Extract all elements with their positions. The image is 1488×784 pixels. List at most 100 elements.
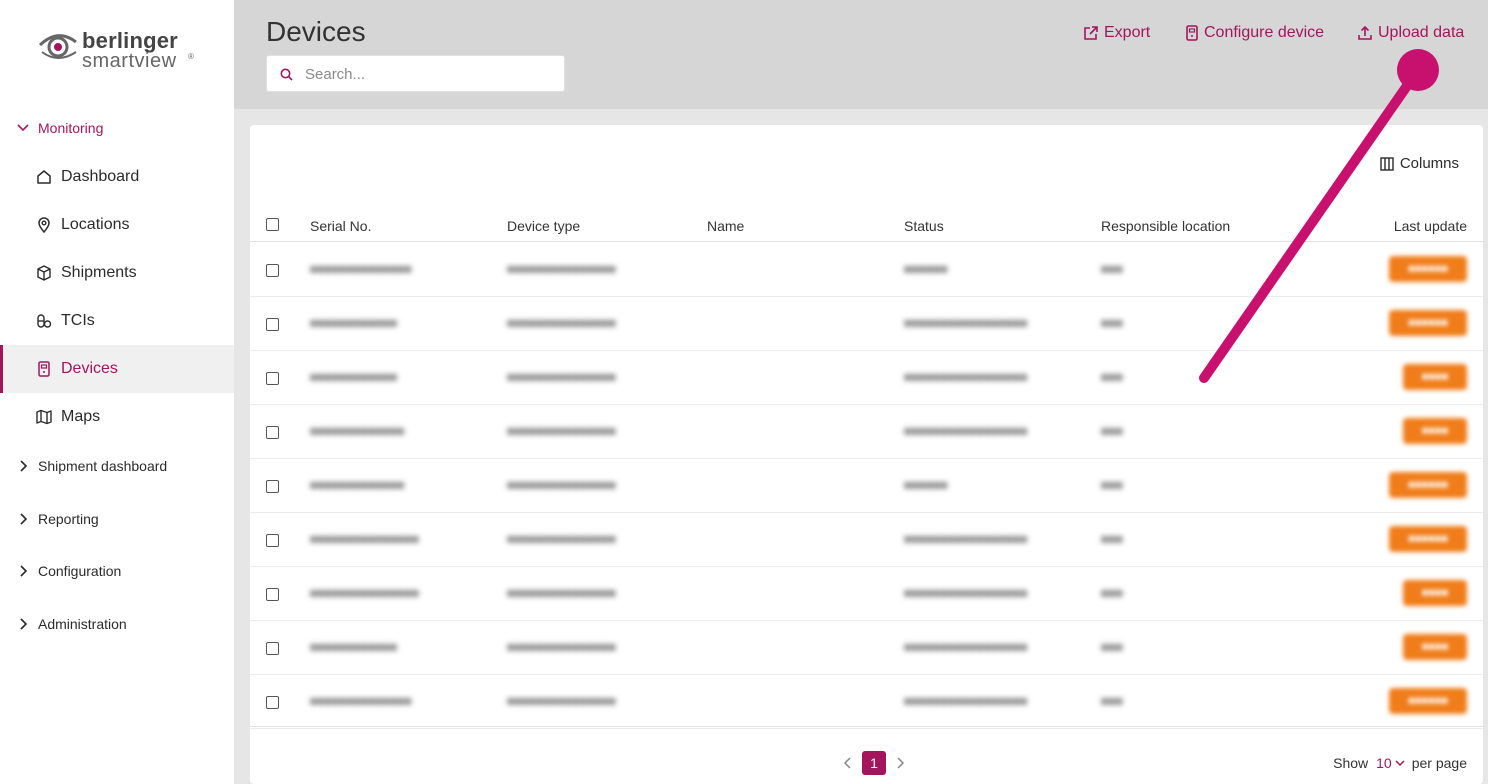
location-cell: ■■■ (1101, 532, 1123, 546)
sidebar-item-label: Locations (61, 216, 130, 233)
column-header[interactable]: Name (707, 218, 744, 234)
status-cell: ■■■■■■■■■■■■■■■■■ (904, 316, 1028, 330)
sidebar-group-shipment-dashboard[interactable]: Shipment dashboard (0, 451, 234, 481)
table-row[interactable]: ■■■■■■■■■■■■■■■ ■■■■■■■■■■■■■■■ ■■■■■■■■… (250, 567, 1483, 621)
sidebar-item-label: TCIs (61, 312, 95, 329)
status-cell: ■■■■■■■■■■■■■■■■■ (904, 532, 1028, 546)
pagination: 1 (840, 751, 908, 775)
sidebar-group-administration[interactable]: Administration (0, 609, 234, 639)
table-row[interactable]: ■■■■■■■■■■■■■■■ ■■■■■■■■■■■■■■■ ■■■■■■■■… (250, 513, 1483, 567)
export-button[interactable]: Export (1083, 22, 1150, 44)
serial-cell: ■■■■■■■■■■■■ (310, 370, 397, 384)
sidebar-group-label: Configuration (38, 563, 122, 579)
device-type-cell: ■■■■■■■■■■■■■■■ (507, 532, 616, 546)
row-checkbox[interactable] (266, 480, 279, 493)
row-checkbox[interactable] (266, 318, 279, 331)
page-header: Devices Export Configure device Upload d… (234, 0, 1488, 109)
sidebar-item-tcis[interactable]: TCIs (0, 297, 234, 345)
chevron-right-icon (20, 513, 28, 525)
serial-cell: ■■■■■■■■■■■■ (310, 316, 397, 330)
serial-cell: ■■■■■■■■■■■■■■ (310, 262, 412, 276)
device-type-cell: ■■■■■■■■■■■■■■■ (507, 586, 616, 600)
last-update-badge: ■■■■■■ (1389, 688, 1467, 714)
sidebar-group-label: Reporting (38, 511, 99, 527)
status-cell: ■■■■■■■■■■■■■■■■■ (904, 694, 1028, 708)
upload-icon (1358, 25, 1372, 40)
search-input[interactable] (305, 64, 555, 84)
package-icon (37, 265, 51, 281)
row-checkbox[interactable] (266, 534, 279, 547)
table-row[interactable]: ■■■■■■■■■■■■■ ■■■■■■■■■■■■■■■ ■■■■■■■■■■… (250, 405, 1483, 459)
row-checkbox[interactable] (266, 642, 279, 655)
sidebar-group-configuration[interactable]: Configuration (0, 556, 234, 586)
status-cell: ■■■■■■■■■■■■■■■■■ (904, 370, 1028, 384)
table-row[interactable]: ■■■■■■■■■■■■ ■■■■■■■■■■■■■■■ ■■■■■■■■■■■… (250, 351, 1483, 405)
pills-icon (37, 314, 52, 328)
page-title: Devices (266, 16, 366, 47)
serial-cell: ■■■■■■■■■■■■■■■ (310, 532, 419, 546)
serial-cell: ■■■■■■■■■■■■ (310, 640, 397, 654)
column-header[interactable]: Responsible location (1101, 218, 1230, 234)
chevron-down-icon[interactable] (1394, 757, 1406, 769)
external-link-icon (1084, 26, 1098, 40)
row-checkbox[interactable] (266, 588, 279, 601)
brand-registered: ® (188, 52, 194, 61)
search-box[interactable] (266, 55, 565, 92)
column-header[interactable]: Status (904, 218, 944, 234)
chevron-right-icon[interactable] (892, 755, 908, 771)
last-update-badge: ■■■■ (1403, 634, 1467, 660)
sidebar-item-maps[interactable]: Maps (0, 393, 234, 441)
sidebar-item-shipments[interactable]: Shipments (0, 249, 234, 297)
location-cell: ■■■ (1101, 424, 1123, 438)
chevron-left-icon[interactable] (840, 755, 856, 771)
row-checkbox[interactable] (266, 372, 279, 385)
page-button-current[interactable]: 1 (862, 751, 886, 775)
device-type-cell: ■■■■■■■■■■■■■■■ (507, 370, 616, 384)
sidebar-group-label: Shipment dashboard (38, 458, 168, 474)
sidebar-item-locations[interactable]: Locations (0, 201, 234, 249)
column-header[interactable]: Serial No. (310, 218, 371, 234)
row-checkbox[interactable] (266, 264, 279, 277)
table-row[interactable]: ■■■■■■■■■■■■■ ■■■■■■■■■■■■■■■ ■■■■■■ ■■■… (250, 459, 1483, 513)
table-row[interactable]: ■■■■■■■■■■■■ ■■■■■■■■■■■■■■■ ■■■■■■■■■■■… (250, 297, 1483, 351)
sidebar-item-label: Devices (61, 360, 118, 377)
brand-product: smartview (82, 50, 177, 72)
columns-icon (1380, 156, 1394, 171)
configure-device-label: Configure device (1204, 24, 1325, 41)
chevron-right-icon (20, 618, 28, 630)
status-cell: ■■■■■■■■■■■■■■■■■ (904, 424, 1028, 438)
configure-device-button[interactable]: Configure device (1185, 22, 1324, 44)
row-checkbox[interactable] (266, 696, 279, 709)
column-header[interactable]: Device type (507, 218, 580, 234)
location-cell: ■■■ (1101, 586, 1123, 600)
berlinger-logo[interactable]: berlinger smartview ® (38, 28, 198, 74)
sidebar-group-reporting[interactable]: Reporting (0, 504, 234, 534)
per-page-dropdown[interactable]: 10 (1376, 755, 1392, 771)
status-cell: ■■■■■■■■■■■■■■■■■ (904, 586, 1028, 600)
serial-cell: ■■■■■■■■■■■■■ (310, 424, 405, 438)
table-row[interactable]: ■■■■■■■■■■■■ ■■■■■■■■■■■■■■■ ■■■■■■■■■■■… (250, 621, 1483, 675)
table-row[interactable]: ■■■■■■■■■■■■■■ ■■■■■■■■■■■■■■■ ■■■■■■ ■■… (250, 243, 1483, 297)
device-icon (1186, 25, 1198, 41)
status-cell: ■■■■■■ (904, 478, 948, 492)
location-cell: ■■■ (1101, 478, 1123, 492)
column-header[interactable]: Last update (1394, 218, 1467, 234)
device-type-cell: ■■■■■■■■■■■■■■■ (507, 478, 616, 492)
sidebar-group-monitoring[interactable]: Monitoring (0, 113, 234, 143)
last-update-badge: ■■■■■■ (1389, 472, 1467, 498)
row-checkbox[interactable] (266, 426, 279, 439)
last-update-badge: ■■■■ (1403, 418, 1467, 444)
location-cell: ■■■ (1101, 370, 1123, 384)
columns-button[interactable]: Columns (1380, 155, 1459, 172)
upload-data-button[interactable]: Upload data (1357, 22, 1464, 44)
device-type-cell: ■■■■■■■■■■■■■■■ (507, 640, 616, 654)
sidebar-item-label: Maps (61, 408, 101, 425)
last-update-badge: ■■■■ (1403, 364, 1467, 390)
table-row[interactable]: ■■■■■■■■■■■■■■ ■■■■■■■■■■■■■■■ ■■■■■■■■■… (250, 675, 1483, 729)
sidebar-item-devices[interactable]: Devices (0, 345, 234, 393)
select-all-checkbox[interactable] (266, 218, 279, 231)
sidebar-group-label: Monitoring (38, 120, 104, 136)
devices-card: Columns Serial No. Device type Name Stat… (250, 125, 1483, 784)
chevron-right-icon (20, 565, 28, 577)
sidebar-item-dashboard[interactable]: Dashboard (0, 153, 234, 201)
